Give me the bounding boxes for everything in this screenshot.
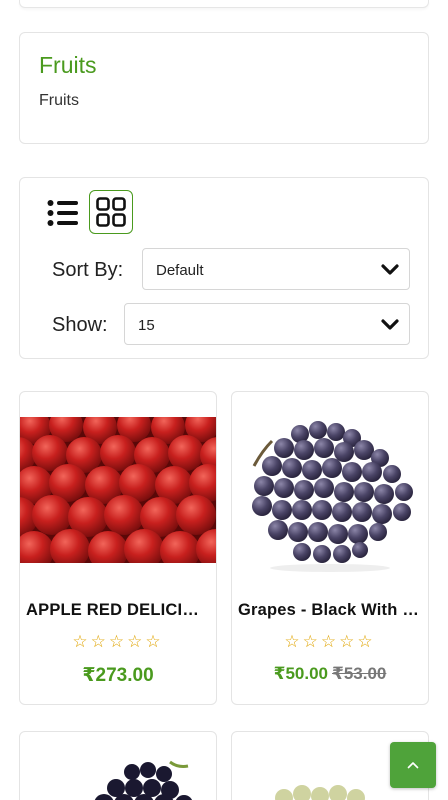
price-row: ₹50.00 ₹53.00 [232,664,428,684]
category-description: Fruits [39,92,79,109]
show-count-value: 15 [138,317,155,334]
scroll-to-top-button[interactable] [390,742,436,788]
top-strip [19,0,429,8]
product-image-grapes[interactable] [232,416,428,576]
show-label: Show: [52,314,108,336]
sort-by-label: Sort By: [52,259,124,281]
sort-by-select[interactable]: Default [142,248,410,290]
category-title: Fruits [39,52,97,78]
product-name[interactable]: APPLE RED DELICIOUS [26,601,210,620]
product-toolbar: Sort By: Default Show: 15 [19,177,429,359]
rating-stars: ☆☆☆☆☆ [72,632,164,651]
chevron-down-icon [381,264,399,275]
grid-icon [96,197,126,227]
product-price: ₹50.00 [273,664,328,683]
product-card[interactable] [19,731,217,800]
list-icon [47,200,78,226]
product-image-black-grapes[interactable] [20,732,216,800]
product-image-apples[interactable] [20,417,216,563]
chevron-up-icon [407,762,419,769]
rating-stars: ☆☆☆☆☆ [284,632,376,651]
chevron-down-icon [381,319,399,330]
product-card[interactable]: APPLE RED DELICIOUS ☆☆☆☆☆ ₹273.00 [19,391,217,705]
category-header: Fruits Fruits [19,32,429,144]
list-view-button[interactable] [44,194,82,232]
grid-view-button[interactable] [89,190,133,234]
show-count-select[interactable]: 15 [124,303,410,345]
product-card[interactable]: Grapes - Black With Seeds ☆☆☆☆☆ ₹50.00₹5… [231,391,429,705]
product-name[interactable]: Grapes - Black With Seeds [238,601,422,620]
sort-by-value: Default [156,262,204,279]
product-old-price: ₹53.00 [332,664,387,683]
product-price: ₹273.00 [82,665,154,686]
price-row: ₹273.00 [20,664,216,687]
